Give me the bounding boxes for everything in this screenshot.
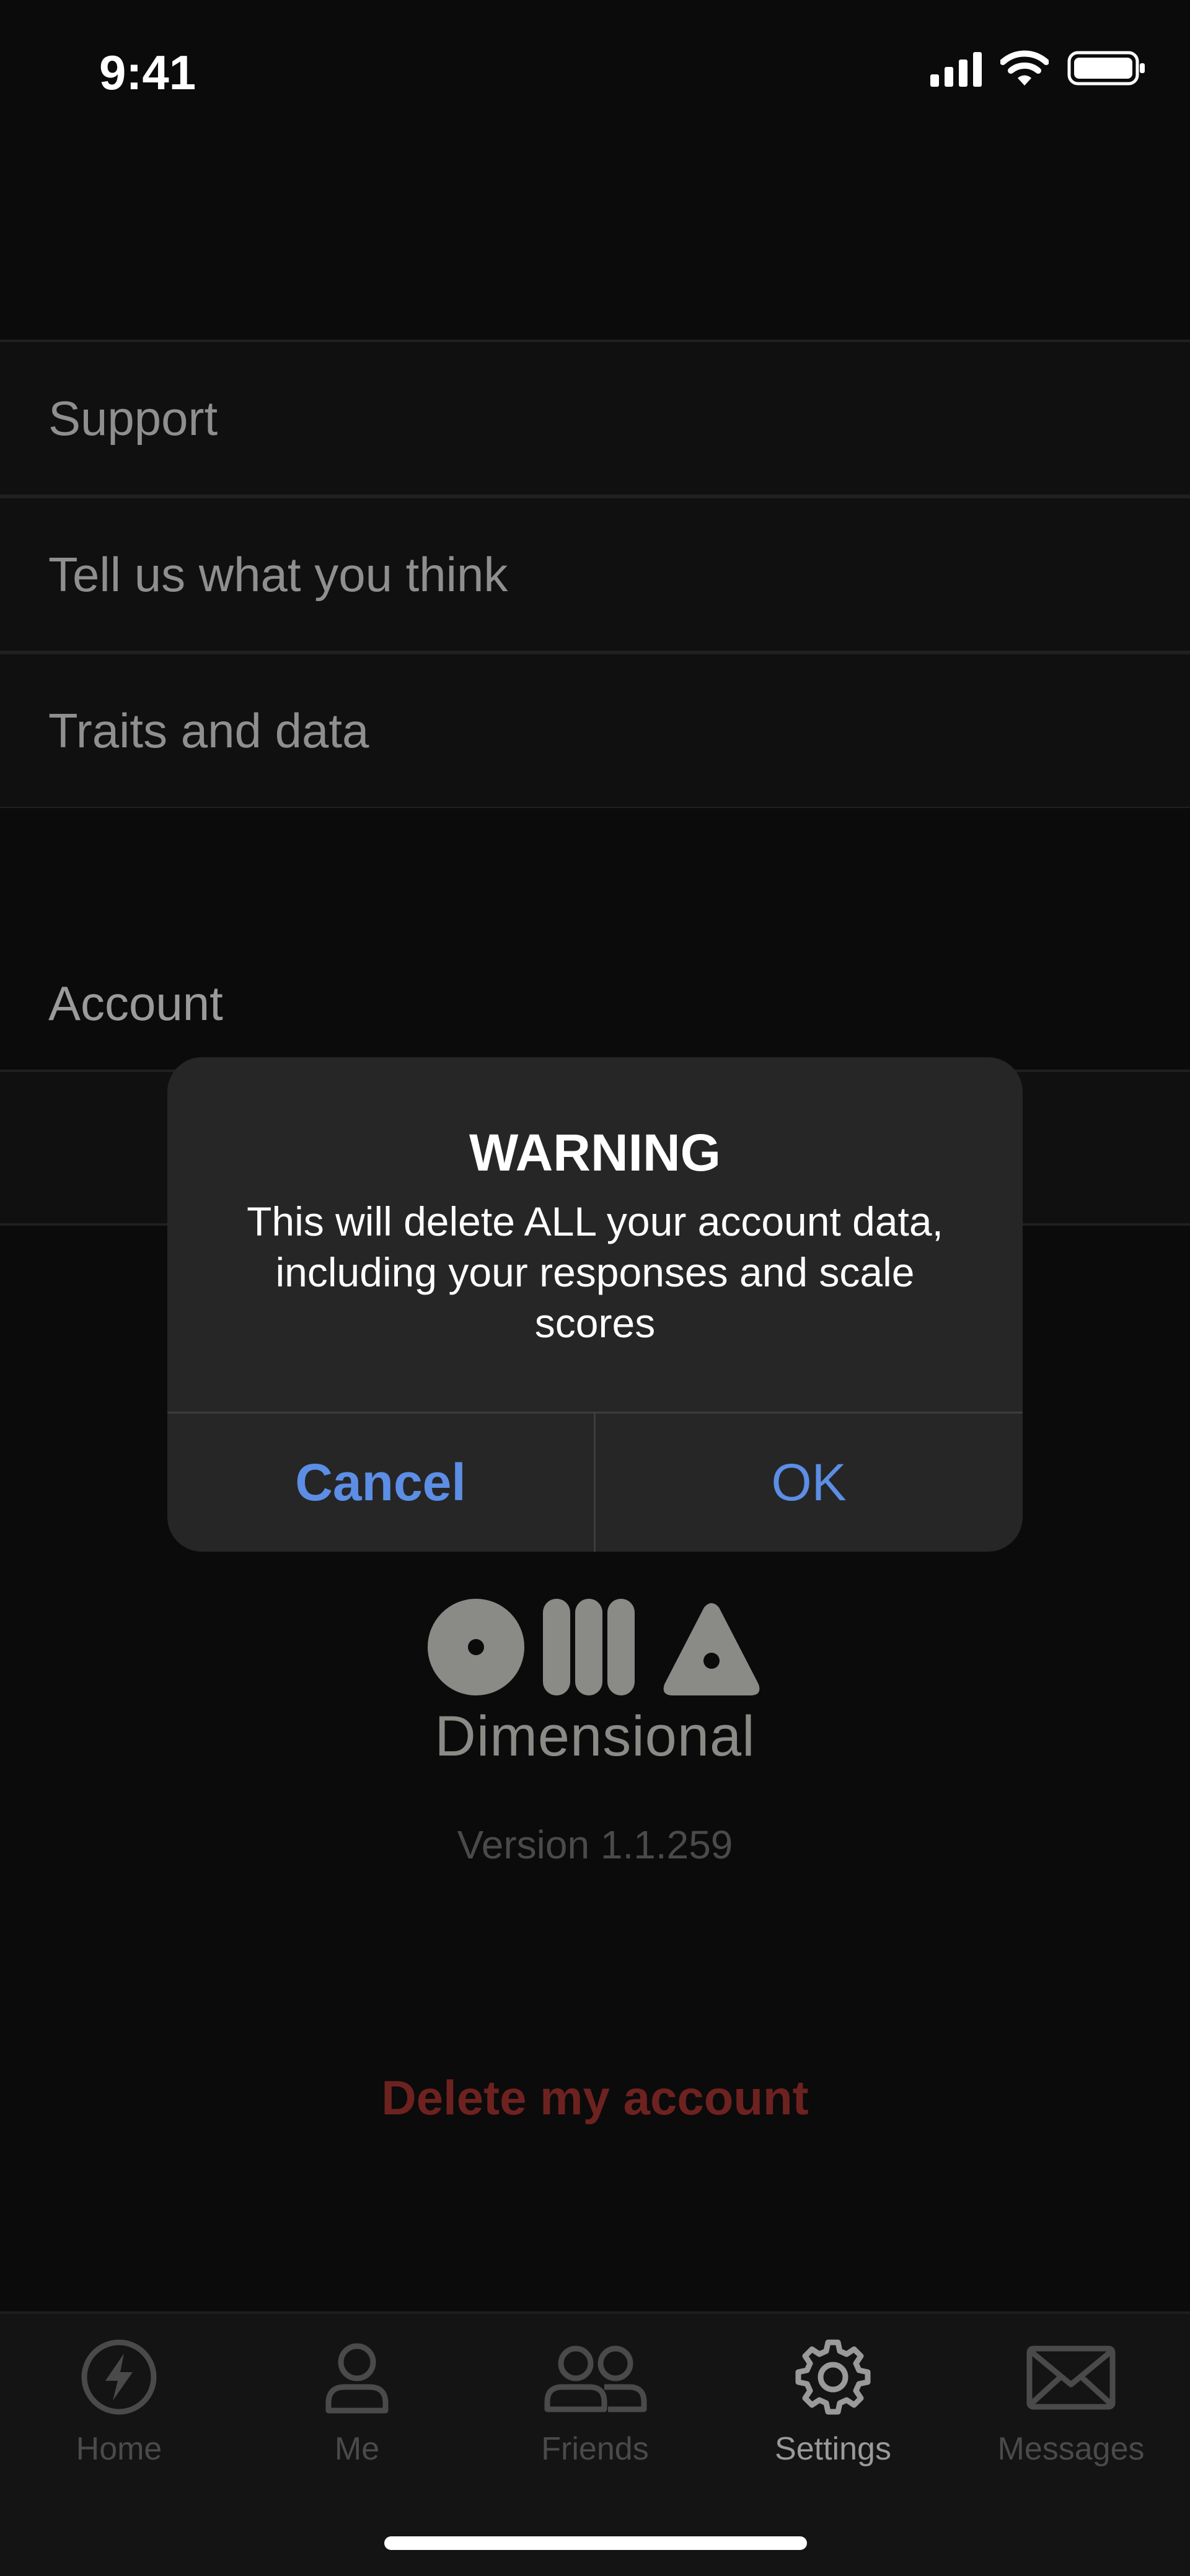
- settings-item-support[interactable]: Support: [0, 340, 1190, 496]
- settings-item-label: Support: [48, 390, 218, 446]
- settings-item-traits-and-data[interactable]: Traits and data: [0, 652, 1190, 808]
- tab-label: Home: [76, 2431, 162, 2467]
- tab-messages[interactable]: Messages: [952, 2337, 1190, 2468]
- envelope-icon: [1026, 2345, 1116, 2410]
- dimensional-logo: [428, 1599, 760, 1695]
- tab-friends[interactable]: Friends: [476, 2337, 714, 2468]
- status-time: 9:41: [99, 45, 196, 100]
- warning-alert-dialog: WARNING This will delete ALL your accoun…: [167, 1057, 1023, 1552]
- alert-message: This will delete ALL your account data, …: [247, 1198, 943, 1346]
- home-indicator[interactable]: [384, 2536, 807, 2550]
- ok-button[interactable]: OK: [596, 1413, 1022, 1552]
- version-text: Version 1.1.259: [457, 1822, 733, 1867]
- battery-icon: [1067, 51, 1145, 86]
- people-icon: [544, 2345, 647, 2412]
- gear-icon: [795, 2339, 871, 2415]
- tab-label: Settings: [775, 2431, 891, 2467]
- settings-list: Support Tell us what you think Traits an…: [0, 340, 1190, 808]
- tab-label: Friends: [541, 2431, 649, 2467]
- alert-title: WARNING: [469, 1123, 721, 1182]
- tab-home[interactable]: Home: [0, 2337, 238, 2468]
- tab-settings[interactable]: Settings: [714, 2337, 952, 2468]
- settings-item-label: Traits and data: [48, 703, 369, 758]
- section-title-account: Account: [48, 976, 223, 1031]
- tab-label: Messages: [997, 2431, 1145, 2467]
- cellular-signal-icon: [930, 50, 982, 87]
- person-icon: [325, 2343, 389, 2414]
- settings-item-label: Tell us what you think: [48, 547, 508, 602]
- tab-label: Me: [334, 2431, 380, 2467]
- status-bar: 9:41: [0, 0, 1190, 124]
- lightning-icon: [81, 2339, 157, 2415]
- delete-account-button[interactable]: Delete my account: [0, 2070, 1190, 2126]
- brand-name: Dimensional: [434, 1705, 756, 1768]
- cancel-button[interactable]: Cancel: [167, 1413, 594, 1552]
- settings-item-feedback[interactable]: Tell us what you think: [0, 496, 1190, 652]
- status-icons: [930, 50, 1147, 87]
- wifi-icon: [1000, 50, 1049, 86]
- tab-me[interactable]: Me: [238, 2337, 476, 2468]
